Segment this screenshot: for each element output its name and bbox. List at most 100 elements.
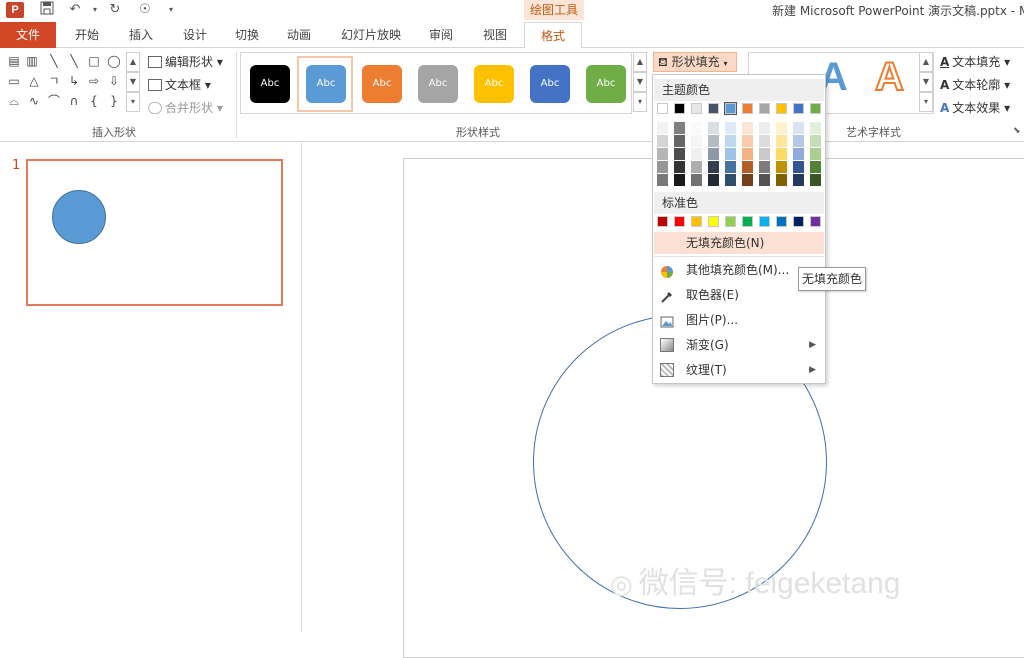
standard-color-swatch[interactable] xyxy=(725,216,736,227)
theme-shade-swatch[interactable] xyxy=(657,174,668,186)
wordart-dialog-launcher-icon[interactable]: ⬊ xyxy=(1013,126,1021,136)
styles-scroll-up-icon[interactable]: ▲ xyxy=(633,52,647,72)
theme-color-swatch[interactable] xyxy=(674,103,685,114)
theme-shade-swatch[interactable] xyxy=(776,122,787,134)
theme-shade-swatch[interactable] xyxy=(657,161,668,173)
standard-color-swatch[interactable] xyxy=(657,216,668,227)
theme-shade-swatch[interactable] xyxy=(725,148,736,160)
tab-insert[interactable]: 插入 xyxy=(116,22,166,48)
rounded-rect-shape-icon[interactable]: ▭ xyxy=(6,74,22,88)
elbow-connector-shape-icon[interactable]: ㄱ xyxy=(46,74,62,88)
theme-shade-swatch[interactable] xyxy=(793,135,804,147)
theme-shade-swatch[interactable] xyxy=(742,122,753,134)
redo-icon[interactable]: ↻ xyxy=(106,1,124,19)
left-brace-shape-icon[interactable]: { xyxy=(86,94,102,108)
theme-shade-swatch[interactable] xyxy=(759,161,770,173)
text-box-button[interactable]: 文本框 ▾ xyxy=(148,76,211,94)
theme-shade-swatch[interactable] xyxy=(708,148,719,160)
shape-style-green[interactable]: Abc xyxy=(586,65,626,103)
save-icon[interactable] xyxy=(38,1,56,19)
theme-shade-swatch[interactable] xyxy=(725,122,736,134)
undo-icon[interactable]: ↶ xyxy=(66,1,84,19)
edit-shape-button[interactable]: 编辑形状 ▾ xyxy=(148,53,223,71)
theme-color-swatch[interactable] xyxy=(691,103,702,114)
scribble-shape-icon[interactable]: ∿ xyxy=(26,94,42,108)
theme-shade-swatch[interactable] xyxy=(657,135,668,147)
touch-mode-icon[interactable]: ☉ xyxy=(136,1,154,19)
theme-shade-swatch[interactable] xyxy=(759,174,770,186)
theme-color-swatch[interactable] xyxy=(657,103,668,114)
shape-style-gold[interactable]: Abc xyxy=(474,65,514,103)
theme-shade-swatch[interactable] xyxy=(674,135,685,147)
theme-color-swatch[interactable] xyxy=(708,103,719,114)
oval-shape-icon[interactable]: ◯ xyxy=(106,54,122,68)
standard-color-swatch[interactable] xyxy=(759,216,770,227)
standard-color-swatch[interactable] xyxy=(742,216,753,227)
styles-more-icon[interactable]: ▾ xyxy=(633,92,647,112)
theme-color-swatch[interactable] xyxy=(759,103,770,114)
theme-shade-swatch[interactable] xyxy=(708,135,719,147)
theme-shade-swatch[interactable] xyxy=(691,174,702,186)
standard-color-swatch[interactable] xyxy=(708,216,719,227)
theme-shade-swatch[interactable] xyxy=(725,135,736,147)
theme-shade-swatch[interactable] xyxy=(810,174,821,186)
theme-shade-swatch[interactable] xyxy=(691,148,702,160)
theme-shade-swatch[interactable] xyxy=(793,174,804,186)
tab-home[interactable]: 开始 xyxy=(62,22,112,48)
theme-shade-swatch[interactable] xyxy=(776,161,787,173)
theme-shade-swatch[interactable] xyxy=(674,122,685,134)
powerpoint-app-icon[interactable]: P xyxy=(6,2,24,18)
text-outline-button[interactable]: A 文本轮廓 ▾ xyxy=(940,76,1010,94)
tab-format[interactable]: 格式 xyxy=(524,22,582,49)
theme-shade-swatch[interactable] xyxy=(776,174,787,186)
theme-shade-swatch[interactable] xyxy=(674,148,685,160)
theme-color-swatch[interactable] xyxy=(776,103,787,114)
theme-shade-swatch[interactable] xyxy=(708,161,719,173)
theme-shade-swatch[interactable] xyxy=(810,148,821,160)
theme-shade-swatch[interactable] xyxy=(793,122,804,134)
theme-shade-swatch[interactable] xyxy=(793,161,804,173)
theme-shade-swatch[interactable] xyxy=(742,135,753,147)
elbow-arrow-shape-icon[interactable]: ↳ xyxy=(66,74,82,88)
curve-shape-icon[interactable]: ∩ xyxy=(66,94,82,108)
theme-shade-swatch[interactable] xyxy=(674,161,685,173)
theme-shade-swatch[interactable] xyxy=(759,135,770,147)
theme-shade-swatch[interactable] xyxy=(742,148,753,160)
down-arrow-shape-icon[interactable]: ⇩ xyxy=(106,74,122,88)
theme-shade-swatch[interactable] xyxy=(810,135,821,147)
theme-color-swatch[interactable] xyxy=(793,103,804,114)
text-effects-button[interactable]: A 文本效果 ▾ xyxy=(940,99,1010,117)
arc-shape-icon[interactable]: ⌒ xyxy=(46,94,62,108)
freeform-shape-icon[interactable]: ⌓ xyxy=(6,94,22,108)
line-shape-icon[interactable]: ╲ xyxy=(46,54,62,68)
gradient-fill-menu-item[interactable]: 渐变(G) ▶ xyxy=(654,333,824,357)
theme-shade-swatch[interactable] xyxy=(776,135,787,147)
shape-style-black[interactable]: Abc xyxy=(250,65,290,103)
theme-shade-swatch[interactable] xyxy=(810,122,821,134)
theme-shade-swatch[interactable] xyxy=(657,148,668,160)
textbox-shape-icon[interactable]: ▤ xyxy=(6,54,22,68)
wordart-scroll-down-icon[interactable]: ▼ xyxy=(919,72,933,92)
standard-color-swatch[interactable] xyxy=(776,216,787,227)
customize-qat-icon[interactable]: ▾ xyxy=(162,1,180,19)
standard-color-swatch[interactable] xyxy=(810,216,821,227)
merge-shapes-button[interactable]: 合并形状 ▾ xyxy=(148,99,223,117)
right-brace-shape-icon[interactable]: } xyxy=(106,94,122,108)
wordart-style-orange-outline[interactable]: A xyxy=(874,54,905,100)
theme-shade-swatch[interactable] xyxy=(725,174,736,186)
theme-shade-swatch[interactable] xyxy=(725,161,736,173)
texture-fill-menu-item[interactable]: 纹理(T) ▶ xyxy=(654,358,824,382)
shapes-scroll-down-icon[interactable]: ▼ xyxy=(126,72,140,92)
wordart-more-icon[interactable]: ▾ xyxy=(919,92,933,112)
theme-color-swatch[interactable] xyxy=(810,103,821,114)
shape-style-orange[interactable]: Abc xyxy=(362,65,402,103)
shape-style-dark-blue[interactable]: Abc xyxy=(530,65,570,103)
text-fill-button[interactable]: A 文本填充 ▾ xyxy=(940,53,1010,71)
theme-shade-swatch[interactable] xyxy=(657,122,668,134)
theme-shade-swatch[interactable] xyxy=(691,122,702,134)
theme-color-swatch[interactable] xyxy=(724,102,737,115)
theme-color-swatch[interactable] xyxy=(742,103,753,114)
theme-shade-swatch[interactable] xyxy=(742,174,753,186)
rectangle-shape-icon[interactable]: □ xyxy=(86,54,102,68)
standard-color-swatch[interactable] xyxy=(691,216,702,227)
